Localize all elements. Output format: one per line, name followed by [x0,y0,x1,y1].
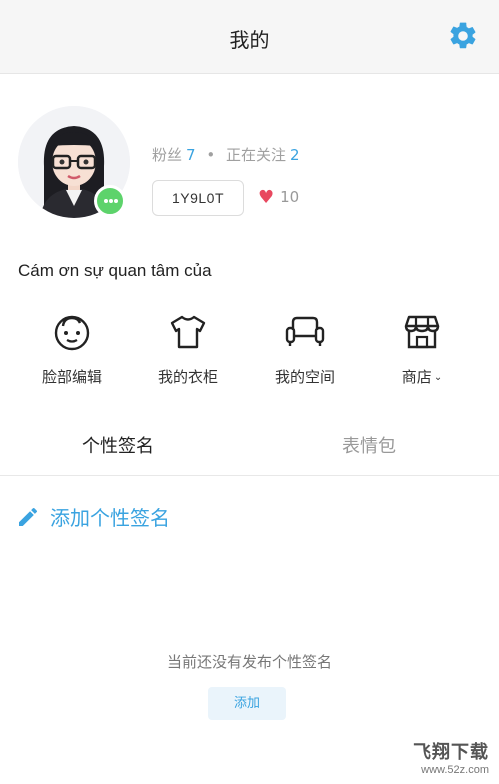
shortcut-label: 商店 ⌄ [401,368,443,386]
shortcut-label: 脸部编辑 [41,368,102,386]
followers-count[interactable]: 7 [186,146,196,164]
top-bar: 我的 [0,0,499,74]
tab-stickers[interactable]: 表情包 [342,432,396,458]
heart-icon: ♥ [258,187,275,208]
shortcut-face-edit[interactable]: 脸部编辑 [22,312,122,387]
follow-stats: 粉丝 7 • 正在关注 2 [152,144,300,165]
followers-label[interactable]: 粉丝 [152,146,182,164]
face-icon [54,315,90,351]
add-signature-link[interactable]: 添加个性签名 [16,502,170,532]
add-signature-label: 添加个性签名 [50,506,170,530]
likes-count: 10 [280,188,300,206]
watermark-title: 飞翔下载 [413,742,489,763]
shortcut-label: 我的衣柜 [157,368,218,386]
tab-signature[interactable]: 个性签名 [82,432,154,458]
likes-counter[interactable]: ♥ 10 [258,187,299,209]
chevron-down-icon: ⌄ [433,372,443,383]
page-title: 我的 [229,28,270,52]
tshirt-icon [170,315,206,349]
empty-state-text: 当前还没有发布个性签名 [166,653,332,671]
following-label[interactable]: 正在关注 [226,146,286,164]
shortcut-wardrobe[interactable]: 我的衣柜 [138,312,238,387]
stats-separator: • [206,146,216,164]
add-button[interactable]: 添加 [208,687,286,720]
shortcut-my-space[interactable]: 我的空间 [255,312,355,387]
shortcut-label: 我的空间 [274,368,335,386]
watermark-url: www.52z.com [421,764,489,776]
online-status-badge [94,185,126,217]
pencil-icon [19,507,38,526]
site-watermark: 飞翔下载 www.52z.com [413,738,489,776]
user-id-button[interactable]: 1Y9L0T [152,180,244,216]
following-count[interactable]: 2 [290,146,300,164]
status-message: Cám ơn sự quan tâm của [18,261,212,280]
store-icon [404,315,440,349]
sofa-icon [285,316,325,346]
content-tabs: 个性签名 表情包 [0,424,499,476]
shortcut-store[interactable]: 商店 ⌄ [372,312,472,387]
gear-icon[interactable] [447,20,479,52]
